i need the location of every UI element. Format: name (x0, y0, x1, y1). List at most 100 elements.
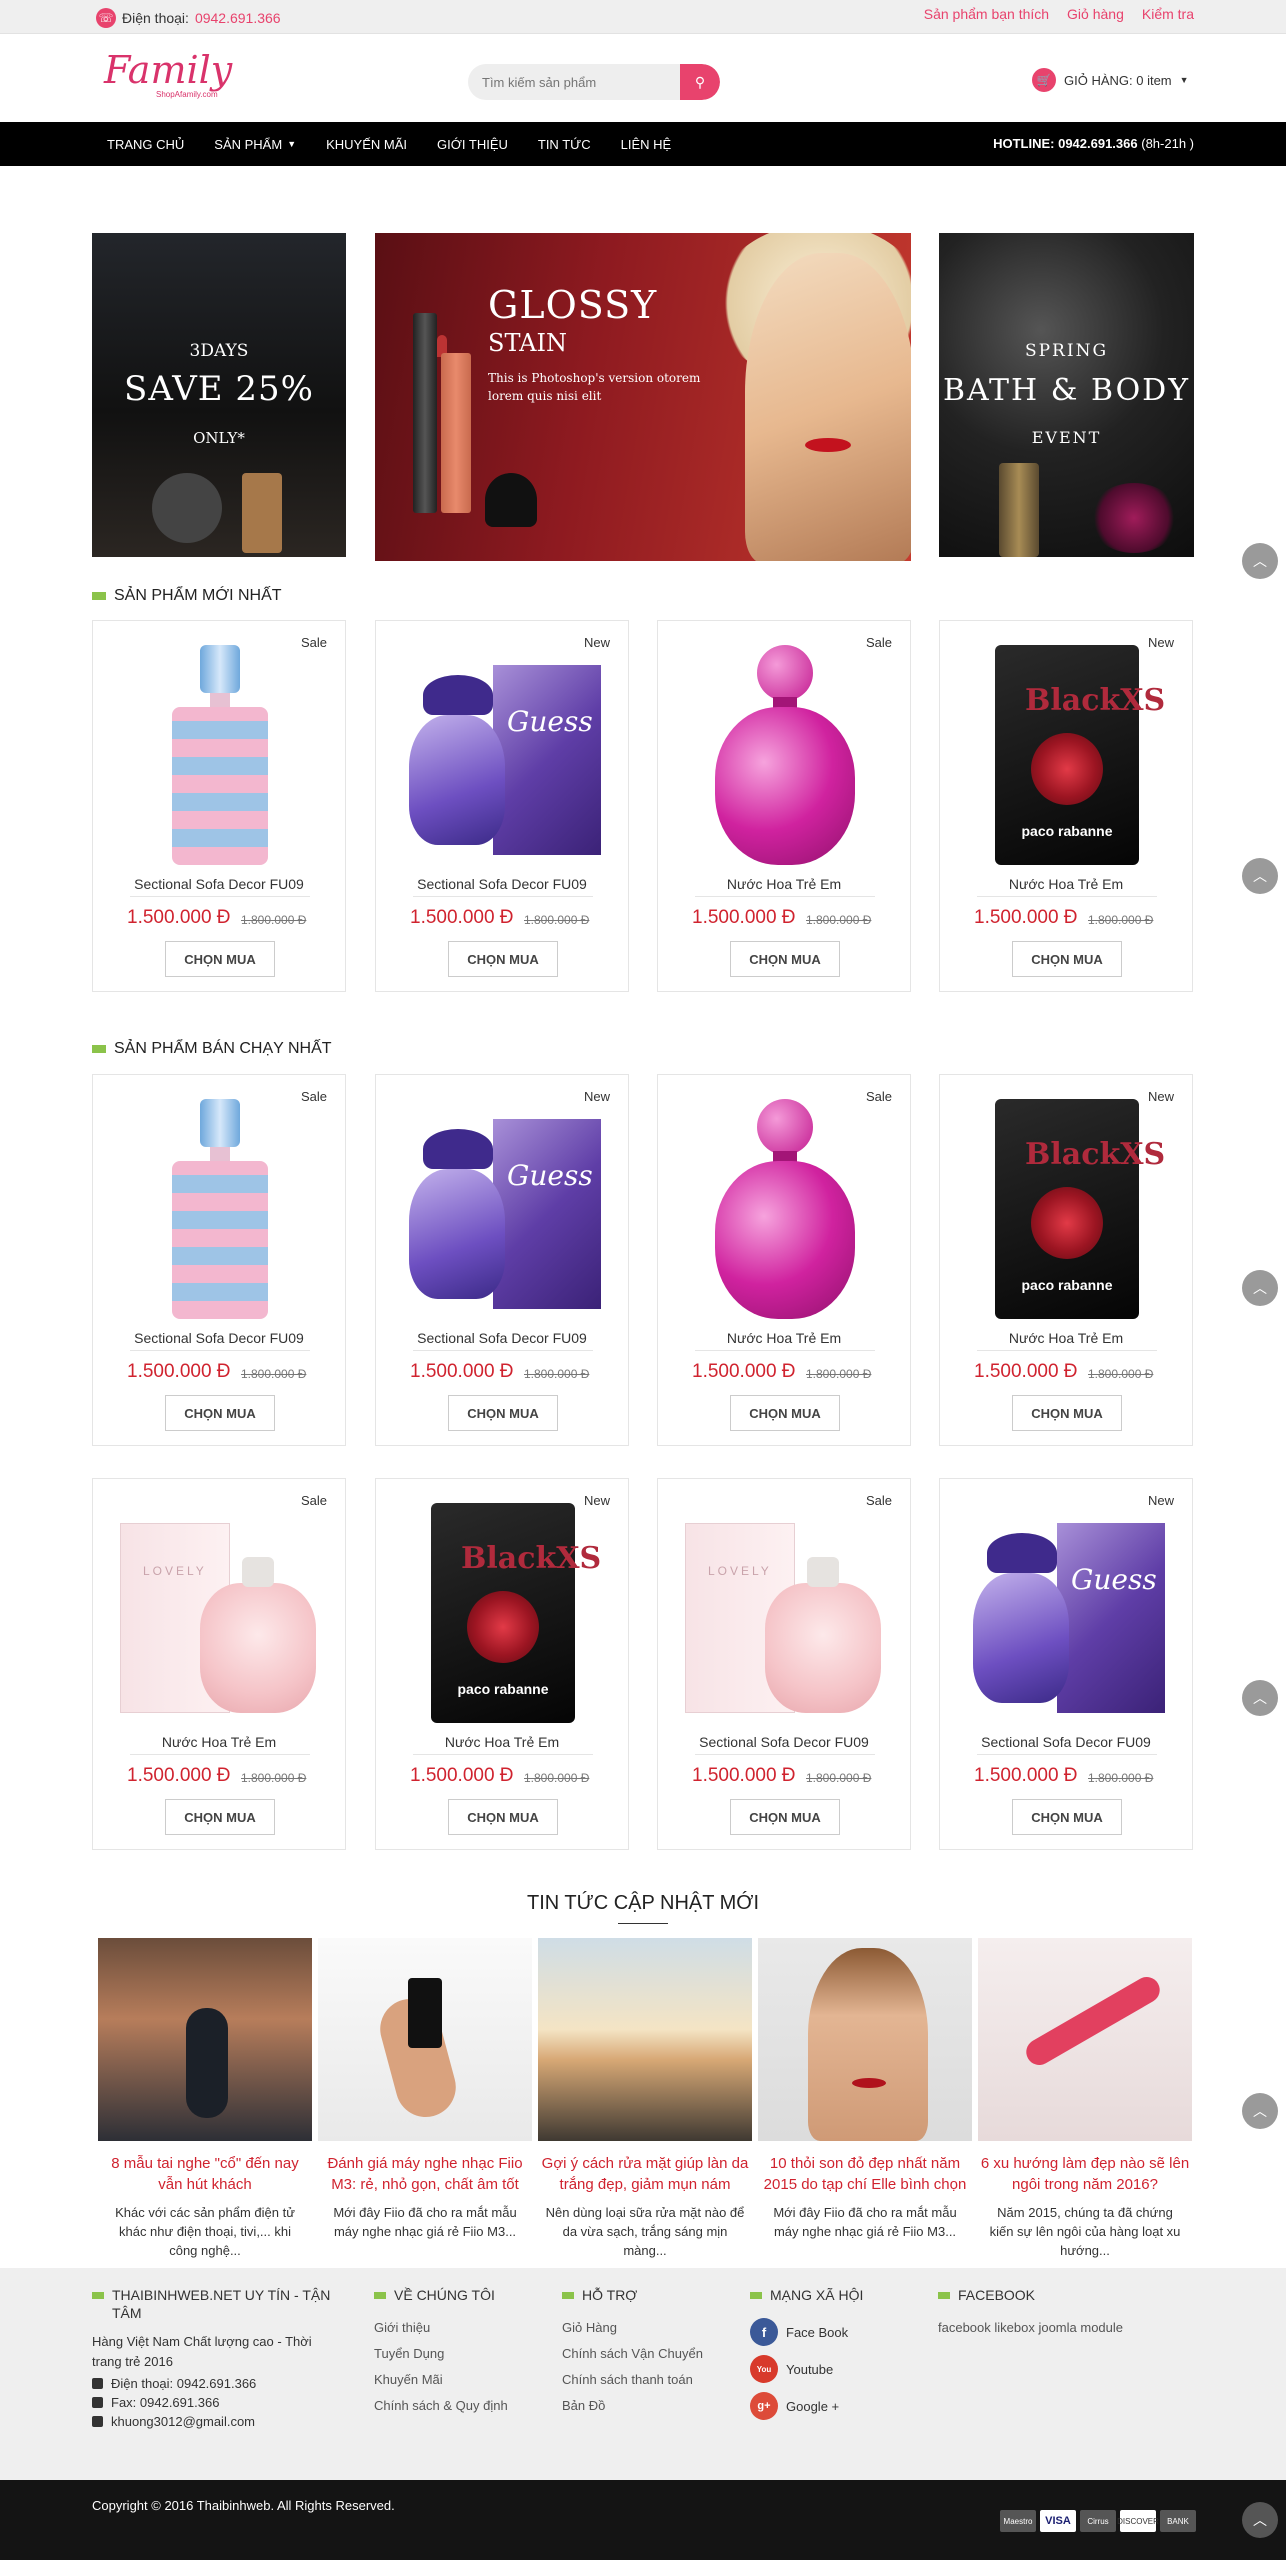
news-item[interactable]: 8 mẫu tai nghe "cổ" đến nay vẫn hút khác… (98, 1938, 312, 2260)
cart-widget[interactable]: 🛒 GIỎ HÀNG: 0 item ▼ (1032, 68, 1189, 92)
product-image[interactable]: BlackXS paco rabanne (967, 641, 1167, 869)
footer-link[interactable]: Giới thiệu (374, 2320, 508, 2335)
nav-news[interactable]: TIN TỨC (523, 122, 606, 166)
product-card[interactable]: New Guess Sectional Sofa Decor FU09 1.500.0… (375, 620, 629, 992)
news-image-headphones[interactable] (98, 1938, 312, 2141)
youtube-icon: You (750, 2355, 778, 2383)
product-card[interactable]: New Guess Sectional Sofa Decor FU09 1.500.0… (375, 1074, 629, 1446)
google-plus-link[interactable]: g+ Google + (750, 2392, 863, 2420)
nav-home[interactable]: TRANG CHỦ (92, 122, 199, 166)
news-image-model[interactable] (758, 1938, 972, 2141)
buy-button[interactable]: CHỌN MUA (165, 1395, 275, 1431)
product-card[interactable]: Sale Nước Hoa Trẻ Em 1.500.000 Đ 1.800.000 … (657, 1074, 911, 1446)
product-image[interactable]: Guess (967, 1499, 1167, 1727)
buy-button[interactable]: CHỌN MUA (730, 1395, 840, 1431)
logo[interactable]: Family ShopAfamily.com (104, 50, 254, 104)
product-name[interactable]: Sectional Sofa Decor FU09 (93, 1330, 345, 1346)
nav-about[interactable]: GIỚI THIỆU (422, 122, 523, 166)
product-name[interactable]: Nước Hoa Trẻ Em (376, 1734, 628, 1750)
youtube-link[interactable]: You Youtube (750, 2355, 863, 2383)
search-button[interactable]: ⚲ (680, 64, 720, 100)
buy-button[interactable]: CHỌN MUA (1012, 1799, 1122, 1835)
facebook-link[interactable]: f Face Book (750, 2318, 863, 2346)
product-image[interactable]: BlackXS paco rabanne (967, 1095, 1167, 1323)
news-item[interactable]: Đánh giá máy nghe nhạc Fiio M3: rẻ, nhỏ … (318, 1938, 532, 2241)
product-image[interactable] (120, 1095, 320, 1323)
product-image[interactable] (685, 641, 885, 869)
scroll-up-button[interactable]: ︿ (1242, 2502, 1278, 2538)
buy-button[interactable]: CHỌN MUA (1012, 941, 1122, 977)
product-name[interactable]: Sectional Sofa Decor FU09 (376, 1330, 628, 1346)
footer-link[interactable]: Tuyển Dụng (374, 2346, 508, 2361)
news-title[interactable]: Gợi ý cách rửa mặt giúp làn da trắng đẹp… (538, 2153, 752, 2195)
product-image[interactable]: LOVELY (120, 1499, 320, 1727)
buy-button[interactable]: CHỌN MUA (1012, 1395, 1122, 1431)
footer-link[interactable]: Bản Đồ (562, 2398, 703, 2413)
news-title[interactable]: 8 mẫu tai nghe "cổ" đến nay vẫn hút khác… (98, 2153, 312, 2195)
nav-contact[interactable]: LIÊN HỆ (606, 122, 687, 166)
product-name[interactable]: Sectional Sofa Decor FU09 (93, 876, 345, 892)
scroll-up-button[interactable]: ︿ (1242, 1680, 1278, 1716)
news-title[interactable]: 6 xu hướng làm đẹp nào sẽ lên ngôi trong… (978, 2153, 1192, 2195)
search-input[interactable] (468, 64, 678, 100)
buy-button[interactable]: CHỌN MUA (165, 1799, 275, 1835)
buy-button[interactable]: CHỌN MUA (730, 941, 840, 977)
buy-button[interactable]: CHỌN MUA (448, 1395, 558, 1431)
product-image[interactable] (120, 641, 320, 869)
scroll-up-button[interactable]: ︿ (1242, 858, 1278, 894)
product-image[interactable]: BlackXS paco rabanne (403, 1499, 603, 1727)
footer-link[interactable]: Giỏ Hàng (562, 2320, 703, 2335)
news-item[interactable]: Gợi ý cách rửa mặt giúp làn da trắng đẹp… (538, 1938, 752, 2260)
product-card[interactable]: New BlackXS paco rabanne Nước Hoa Trẻ Em 1.5… (939, 620, 1193, 992)
news-item[interactable]: 6 xu hướng làm đẹp nào sẽ lên ngôi trong… (978, 1938, 1192, 2260)
footer-link[interactable]: Chính sách & Quy định (374, 2398, 508, 2413)
product-card[interactable]: New BlackXS paco rabanne Nước Hoa Trẻ Em 1.5… (375, 1478, 629, 1850)
product-name[interactable]: Nước Hoa Trẻ Em (940, 1330, 1192, 1346)
nav-products[interactable]: SẢN PHẨM ▼ (199, 122, 311, 166)
product-name[interactable]: Nước Hoa Trẻ Em (658, 1330, 910, 1346)
footer-email-text[interactable]: khuong3012@gmail.com (111, 2414, 255, 2429)
product-card[interactable]: Sale Sectional Sofa Decor FU09 1.500.000 Đ… (92, 1074, 346, 1446)
product-card[interactable]: New BlackXS paco rabanne Nước Hoa Trẻ Em 1.5… (939, 1074, 1193, 1446)
news-title[interactable]: Đánh giá máy nghe nhạc Fiio M3: rẻ, nhỏ … (318, 2153, 532, 2195)
product-name[interactable]: Nước Hoa Trẻ Em (658, 876, 910, 892)
banner-right-line3: EVENT (1031, 428, 1102, 447)
phone-number[interactable]: 0942.691.366 (195, 10, 281, 26)
product-name[interactable]: Sectional Sofa Decor FU09 (658, 1734, 910, 1750)
product-image[interactable]: Guess (403, 641, 603, 869)
news-item[interactable]: 10 thỏi son đỏ đẹp nhất năm 2015 do tạp … (758, 1938, 972, 2241)
news-image-beach[interactable] (538, 1938, 752, 2141)
news-image-player[interactable] (318, 1938, 532, 2141)
product-card[interactable]: Sale LOVELY Sectional Sofa Decor FU09 1.500… (657, 1478, 911, 1850)
product-name[interactable]: Nước Hoa Trẻ Em (93, 1734, 345, 1750)
news-image-lipgloss[interactable] (978, 1938, 1192, 2141)
news-title[interactable]: 10 thỏi son đỏ đẹp nhất năm 2015 do tạp … (758, 2153, 972, 2195)
product-image[interactable] (685, 1095, 885, 1323)
banner-left[interactable]: 3DAYS SAVE 25% ONLY* (92, 233, 346, 557)
buy-button[interactable]: CHỌN MUA (448, 1799, 558, 1835)
scroll-up-button[interactable]: ︿ (1242, 1270, 1278, 1306)
product-image[interactable]: Guess (403, 1095, 603, 1323)
product-card[interactable]: Sale Nước Hoa Trẻ Em 1.500.000 Đ 1.800.000 … (657, 620, 911, 992)
product-name[interactable]: Sectional Sofa Decor FU09 (940, 1734, 1192, 1750)
scroll-up-button[interactable]: ︿ (1242, 543, 1278, 579)
product-card[interactable]: New Guess Sectional Sofa Decor FU09 1.500.0… (939, 1478, 1193, 1850)
buy-button[interactable]: CHỌN MUA (165, 941, 275, 977)
footer-link[interactable]: Khuyến Mãi (374, 2372, 508, 2387)
product-card[interactable]: Sale LOVELY Nước Hoa Trẻ Em 1.500.000 Đ 1.80… (92, 1478, 346, 1850)
product-image[interactable]: LOVELY (685, 1499, 885, 1727)
footer-link[interactable]: Chính sách Vận Chuyển (562, 2346, 703, 2361)
product-card[interactable]: Sale Sectional Sofa Decor FU09 1.500.000 Đ… (92, 620, 346, 992)
banner-right[interactable]: SPRING BATH & BODY EVENT (939, 233, 1194, 557)
banner-center[interactable]: GLOSSY STAIN This is Photoshop's version… (375, 233, 911, 561)
buy-button[interactable]: CHỌN MUA (448, 941, 558, 977)
footer-link[interactable]: Chính sách thanh toán (562, 2372, 703, 2387)
buy-button[interactable]: CHỌN MUA (730, 1799, 840, 1835)
cart-link[interactable]: Giỏ hàng (1067, 6, 1124, 22)
favorites-link[interactable]: Sản phẩm bạn thích (924, 6, 1049, 22)
product-name[interactable]: Sectional Sofa Decor FU09 (376, 876, 628, 892)
product-name[interactable]: Nước Hoa Trẻ Em (940, 876, 1192, 892)
nav-promotions[interactable]: KHUYẾN MÃI (311, 122, 422, 166)
checkout-link[interactable]: Kiểm tra (1142, 6, 1194, 22)
scroll-up-button[interactable]: ︿ (1242, 2093, 1278, 2129)
